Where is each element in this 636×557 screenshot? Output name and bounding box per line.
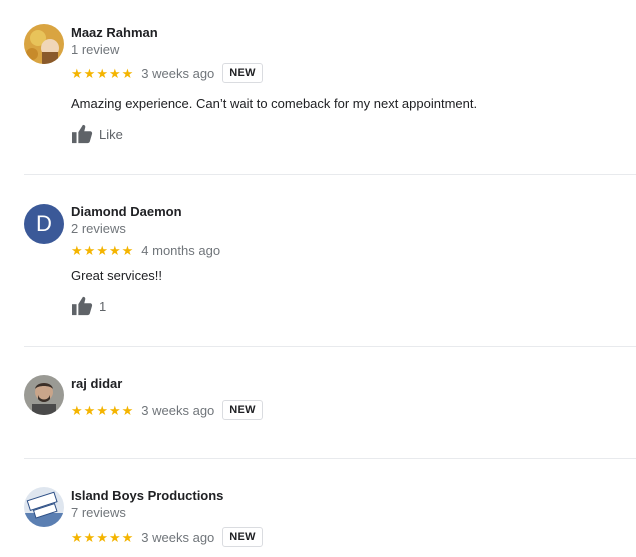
reviewer-name[interactable]: Maaz Rahman [71, 25, 158, 40]
divider [24, 346, 636, 347]
star-rating: ★ ★ ★ ★ ★ [71, 244, 133, 257]
rating-row: ★ ★ ★ ★ ★ 3 weeks ago NEW [71, 400, 263, 420]
like-count: 1 [99, 298, 107, 314]
star-rating: ★ ★ ★ ★ ★ [71, 404, 133, 417]
new-badge: NEW [222, 400, 263, 420]
like-button[interactable]: Like [71, 123, 123, 145]
avatar[interactable]: D [24, 204, 64, 244]
star-icon: ★ [96, 242, 108, 258]
review-count: 2 reviews [71, 221, 126, 236]
review-date: 4 months ago [141, 242, 221, 258]
star-icon: ★ [71, 242, 83, 258]
rating-row: ★ ★ ★ ★ ★ 3 weeks ago NEW [71, 63, 263, 83]
star-icon: ★ [96, 529, 108, 545]
avatar[interactable] [24, 375, 64, 415]
star-icon: ★ [121, 65, 134, 81]
star-icon: ★ [121, 529, 134, 545]
new-badge: NEW [222, 527, 263, 547]
star-icon: ★ [71, 529, 83, 545]
star-icon: ★ [108, 65, 121, 81]
review-text: Amazing experience. Can’t wait to comeba… [71, 96, 478, 111]
star-icon: ★ [83, 529, 96, 545]
divider [24, 174, 636, 175]
star-icon: ★ [96, 65, 108, 81]
reviewer-name[interactable]: raj didar [71, 376, 122, 391]
avatar[interactable] [24, 24, 64, 64]
avatar[interactable] [24, 487, 64, 527]
star-icon: ★ [121, 402, 134, 418]
review-date: 3 weeks ago [141, 529, 215, 545]
like-button[interactable]: 1 [71, 295, 106, 317]
new-badge: NEW [222, 63, 263, 83]
star-icon: ★ [71, 65, 83, 81]
star-icon: ★ [121, 242, 134, 258]
thumbs-up-icon [72, 124, 93, 144]
star-icon: ★ [108, 402, 121, 418]
divider [24, 458, 636, 459]
review-date: 3 weeks ago [141, 65, 215, 81]
star-icon: ★ [83, 242, 96, 258]
star-icon: ★ [71, 402, 83, 418]
star-icon: ★ [83, 402, 96, 418]
review-count: 7 reviews [71, 505, 126, 520]
star-rating: ★ ★ ★ ★ ★ [71, 67, 133, 80]
star-icon: ★ [96, 402, 108, 418]
star-rating: ★ ★ ★ ★ ★ [71, 531, 133, 544]
star-icon: ★ [83, 65, 96, 81]
star-icon: ★ [108, 529, 121, 545]
rating-row: ★ ★ ★ ★ ★ 4 months ago [71, 240, 220, 260]
review-count: 1 review [71, 42, 120, 57]
review-date: 3 weeks ago [141, 402, 215, 418]
star-icon: ★ [108, 242, 121, 258]
reviewer-name[interactable]: Diamond Daemon [71, 204, 182, 219]
like-label: Like [99, 126, 123, 142]
review-text: Great services!! [71, 268, 163, 283]
reviewer-name[interactable]: Island Boys Productions [71, 488, 223, 503]
thumbs-up-icon [72, 296, 93, 316]
rating-row: ★ ★ ★ ★ ★ 3 weeks ago NEW [71, 527, 263, 547]
